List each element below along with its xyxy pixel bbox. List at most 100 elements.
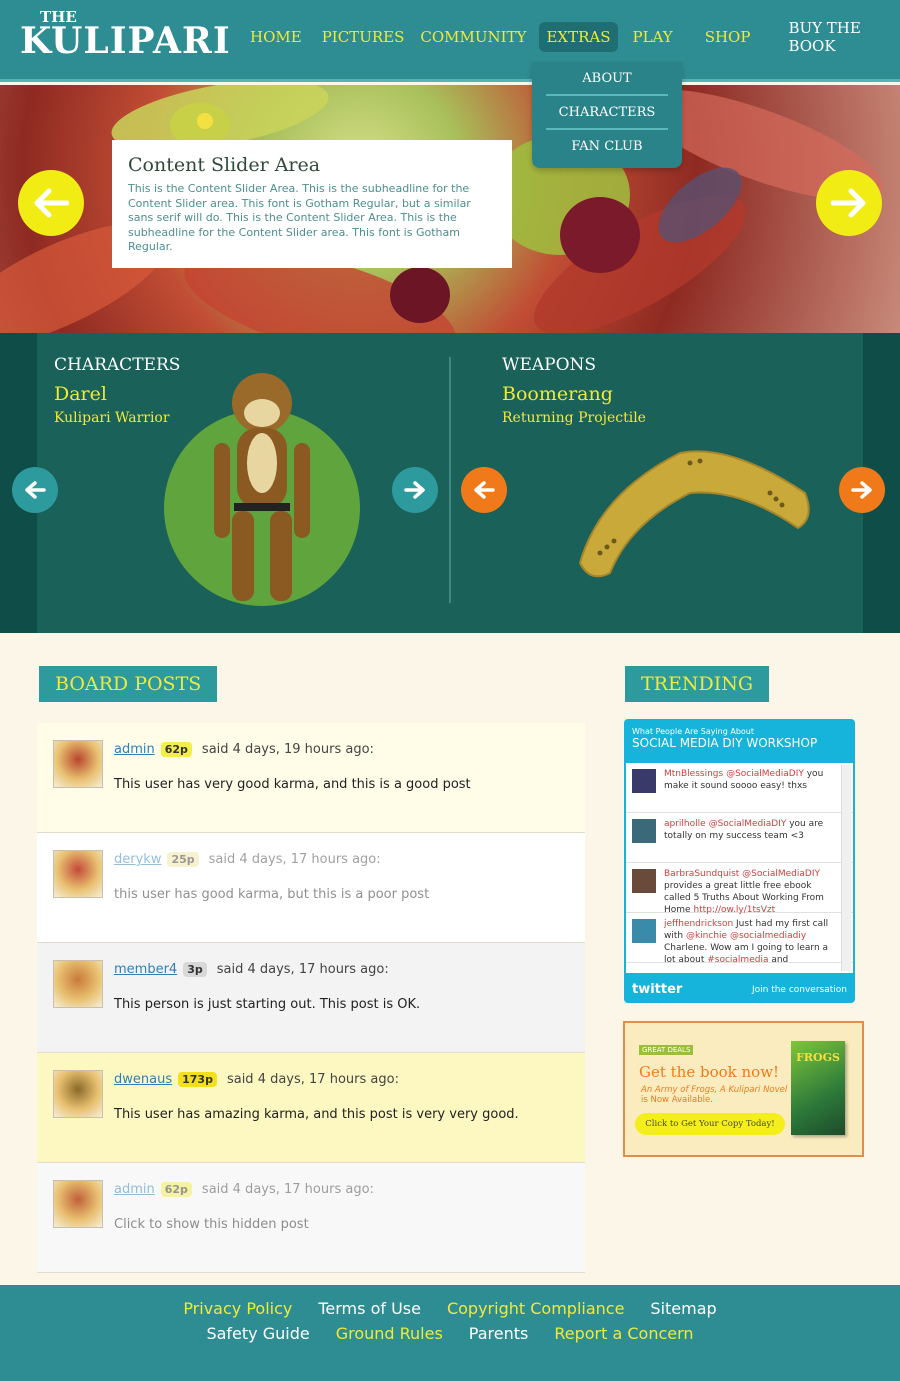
twitter-widget-footer: twitter Join the conversation: [632, 982, 847, 997]
tweet-list-scrollbar[interactable]: [841, 765, 851, 971]
board-post[interactable]: admin 62p said 4 days, 17 hours ago: Click …: [37, 1163, 585, 1273]
ad-subtitle-rest: is Now Available.: [641, 1095, 713, 1105]
arrow-left-icon: [34, 188, 69, 218]
site-footer: Privacy Policy Terms of Use Copyright Comp…: [0, 1285, 900, 1381]
tweet-link[interactable]: @SocialMediaDIY: [709, 819, 787, 829]
character-subtitle: Kulipari Warrior: [54, 410, 170, 426]
twitter-widget-kicker: What People Are Saying About: [632, 727, 755, 736]
tweet-item[interactable]: aprilholle @SocialMediaDIY you are total…: [626, 813, 853, 863]
arrow-left-icon: [474, 481, 495, 499]
footer-link-sitemap[interactable]: Sitemap: [650, 1299, 716, 1318]
footer-link-privacy-policy[interactable]: Privacy Policy: [183, 1299, 292, 1318]
footer-link-report-a-concern[interactable]: Report a Concern: [554, 1324, 693, 1343]
avatar[interactable]: [53, 960, 103, 1008]
tweet-item[interactable]: BarbraSundquist @SocialMediaDIY provides…: [626, 863, 853, 915]
ad-subtitle-book: An Army of Frogs, A Kulipari Novel: [641, 1085, 788, 1095]
footer-link-parents[interactable]: Parents: [469, 1324, 529, 1343]
get-your-copy-button[interactable]: Click to Get Your Copy Today!: [635, 1113, 785, 1135]
arrow-left-icon: [25, 481, 46, 499]
nav-extras[interactable]: EXTRAS: [539, 22, 618, 52]
post-time: said 4 days, 17 hours ago:: [208, 852, 381, 867]
nav-shop[interactable]: SHOP: [698, 22, 758, 52]
tweet-link[interactable]: @SocialMediaDIY: [726, 769, 804, 779]
weapon-image[interactable]: [570, 433, 820, 593]
post-username[interactable]: derykw: [114, 852, 161, 867]
tweet-link[interactable]: jeffhendrickson: [664, 919, 733, 929]
book-cover-title: FROGS: [796, 1051, 840, 1064]
post-time: said 4 days, 17 hours ago:: [201, 1182, 374, 1197]
footer-link-copyright-compliance[interactable]: Copyright Compliance: [447, 1299, 624, 1318]
tweet-avatar[interactable]: [632, 919, 656, 943]
book-ad-banner[interactable]: GREAT DEALS Get the book now! An Army of…: [623, 1021, 864, 1157]
post-meta: dwenaus 173p said 4 days, 17 hours ago:: [114, 1072, 399, 1087]
nav-community[interactable]: COMMUNITY: [413, 22, 533, 52]
logo-name: KULIPARI: [20, 20, 231, 62]
tweet-link[interactable]: @kinchie: [686, 931, 727, 941]
main-nav: HOME PICTURES COMMUNITY EXTRAS PLAY SHOP BUY T…: [243, 19, 900, 55]
nav-home[interactable]: HOME: [243, 22, 309, 52]
board-posts-heading: BOARD POSTS: [39, 666, 218, 702]
nav-buy-the-book[interactable]: BUY THE BOOK: [781, 13, 897, 61]
tweet-item[interactable]: MtnBlessings @SocialMediaDIY you make it…: [626, 763, 853, 813]
footer-link-ground-rules[interactable]: Ground Rules: [336, 1324, 443, 1343]
board-post[interactable]: derykw 25p said 4 days, 17 hours ago: this …: [37, 833, 585, 943]
avatar[interactable]: [53, 740, 103, 788]
board-post[interactable]: admin 62p said 4 days, 19 hours ago: This u…: [37, 723, 585, 833]
post-text: this user has good karma, but this is a …: [114, 887, 430, 902]
post-text: This user has very good karma, and this …: [114, 777, 471, 792]
twitter-widget-title: SOCIAL MEDIA DIY WORKSHOP: [632, 736, 818, 750]
join-conversation-link[interactable]: Join the conversation: [752, 985, 847, 995]
tweet-link[interactable]: #socialmedia: [707, 955, 768, 965]
tweet-link[interactable]: @SocialMediaDIY: [742, 869, 820, 879]
twitter-widget-header: What People Are Saying About SOCIAL MEDI…: [624, 719, 855, 756]
tweet-avatar[interactable]: [632, 869, 656, 893]
weapon-name[interactable]: Boomerang: [502, 383, 613, 405]
post-username[interactable]: dwenaus: [114, 1072, 172, 1087]
tweet-avatar[interactable]: [632, 819, 656, 843]
nav-play[interactable]: PLAY: [626, 22, 680, 52]
avatar[interactable]: [53, 1070, 103, 1118]
slider-next-button[interactable]: [816, 170, 882, 236]
tweet-avatar[interactable]: [632, 769, 656, 793]
extras-menu-about[interactable]: ABOUT: [546, 62, 668, 96]
slider-title: Content Slider Area: [128, 154, 321, 176]
post-username[interactable]: admin: [114, 742, 155, 757]
feature-divider: [449, 357, 451, 603]
feature-strip: CHARACTERS Darel Kulipari Warrior WEAPON…: [0, 333, 900, 633]
post-time: said 4 days, 17 hours ago:: [226, 1072, 399, 1087]
footer-link-safety-guide[interactable]: Safety Guide: [206, 1324, 309, 1343]
weapons-prev-button[interactable]: [461, 467, 507, 513]
avatar[interactable]: [53, 850, 103, 898]
character-name[interactable]: Darel: [54, 383, 107, 405]
nav-pictures[interactable]: PICTURES: [315, 22, 412, 52]
footer-link-terms-of-use[interactable]: Terms of Use: [318, 1299, 421, 1318]
tweet-list[interactable]: MtnBlessings @SocialMediaDIY you make it…: [626, 763, 853, 973]
slider-body: This is the Content Slider Area. This is…: [128, 182, 471, 253]
characters-prev-button[interactable]: [12, 467, 58, 513]
site-logo[interactable]: THE KULIPARI: [20, 10, 231, 62]
slider-prev-button[interactable]: [18, 170, 84, 236]
book-cover-image[interactable]: FROGS: [791, 1041, 845, 1135]
tweet-item[interactable]: jeffhendrickson Just had my first call w…: [626, 913, 853, 965]
tweet-link[interactable]: BarbraSundquist: [664, 869, 739, 879]
post-username[interactable]: member4: [114, 962, 177, 977]
twitter-logo[interactable]: twitter: [632, 982, 682, 997]
tweet-link[interactable]: aprilholle: [664, 819, 706, 829]
content-slider: Content Slider Area This is the Content …: [0, 85, 900, 333]
tweet-link[interactable]: MtnBlessings: [664, 769, 723, 779]
extras-menu-fan-club[interactable]: FAN CLUB: [546, 130, 668, 164]
post-time: said 4 days, 17 hours ago:: [216, 962, 389, 977]
board-post[interactable]: member4 3p said 4 days, 17 hours ago: This …: [37, 943, 585, 1053]
character-image[interactable]: [162, 353, 362, 623]
weapons-next-button[interactable]: [839, 467, 885, 513]
post-username[interactable]: admin: [114, 1182, 155, 1197]
arrow-right-icon: [404, 481, 425, 499]
post-meta: admin 62p said 4 days, 19 hours ago:: [114, 742, 374, 757]
avatar[interactable]: [53, 1180, 103, 1228]
arrow-right-icon: [851, 481, 872, 499]
extras-menu-characters[interactable]: CHARACTERS: [546, 96, 668, 130]
characters-next-button[interactable]: [392, 467, 438, 513]
board-post[interactable]: dwenaus 173p said 4 days, 17 hours ago: Thi…: [37, 1053, 585, 1163]
tweet-link[interactable]: @socialmediadiy: [730, 931, 806, 941]
weapon-subtitle: Returning Projectile: [502, 410, 646, 426]
